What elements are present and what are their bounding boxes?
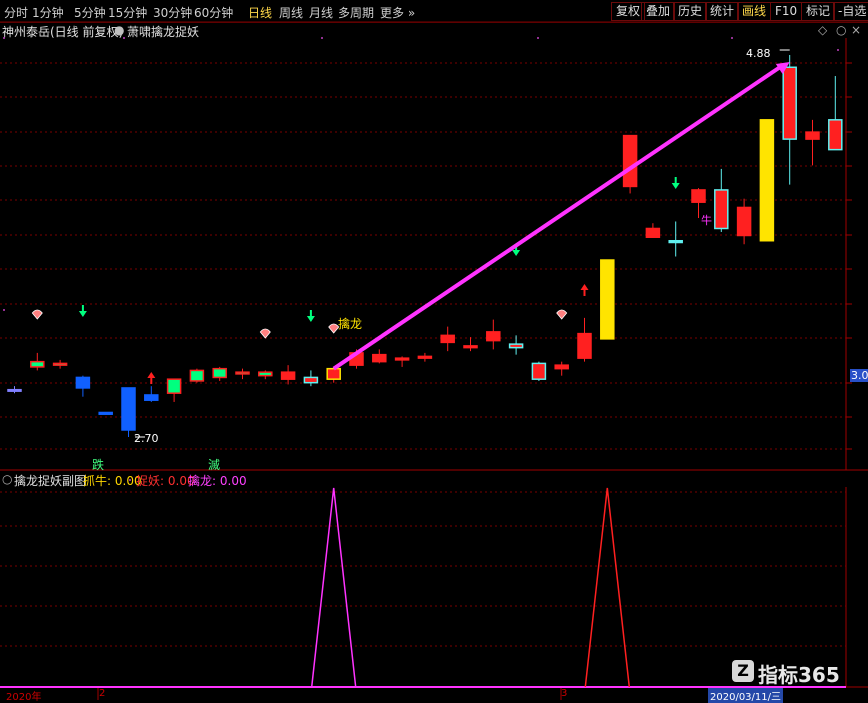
candle-body: [144, 394, 159, 401]
candle-body: [212, 367, 227, 379]
marker-dot: [321, 37, 323, 39]
candle-body: [52, 362, 68, 366]
candle-body: [30, 360, 45, 368]
candle-body: [7, 388, 22, 392]
signal-marker-icon: [556, 309, 568, 320]
candle-body: [759, 119, 775, 242]
candle-body: [645, 227, 661, 238]
sell-arrow-icon: [306, 310, 315, 322]
marker-dot: [537, 37, 539, 39]
marker-dot: [129, 479, 131, 481]
candle-body: [600, 259, 615, 340]
candle-body: [189, 369, 205, 382]
candle-body: [121, 387, 136, 431]
candle-inner: [534, 364, 544, 379]
watermark-text: 指标365: [758, 663, 840, 687]
buy-arrow-icon: [580, 284, 589, 296]
candle-body: [394, 357, 410, 361]
candle-body: [668, 239, 683, 244]
candle-body: [235, 371, 250, 375]
candle-body: [554, 364, 569, 370]
candle-body: [577, 332, 592, 359]
sub-spike-zhuoyao: [584, 487, 631, 688]
sub-spike-qinlong: [310, 487, 357, 688]
time-label: 3: [561, 688, 568, 699]
candle-body: [98, 411, 113, 415]
sell-arrow-icon: [78, 305, 87, 317]
signal-char-mie: 滅: [208, 458, 221, 472]
candle-body: [805, 131, 820, 140]
time-label: 2: [99, 688, 106, 699]
buy-arrow-icon: [147, 372, 156, 384]
candle-body: [736, 206, 752, 237]
marker-dot: [3, 309, 5, 311]
marker-dot: [837, 49, 839, 51]
candle-body: [440, 334, 455, 344]
time-axis: 2020年 2 3 2020/03/11/三: [0, 688, 868, 703]
low-price-label: 2.70: [134, 432, 159, 445]
sell-arrow-icon: [671, 177, 680, 189]
candle-body: [258, 371, 273, 377]
marker-dot: [123, 37, 125, 39]
signal-label-qinlong: 擒龙: [338, 317, 363, 331]
candle-body: [417, 355, 433, 359]
candle-body: [166, 378, 182, 394]
signal-char-niu: 牛: [701, 214, 712, 227]
marker-dot: [3, 37, 5, 39]
candle-body: [622, 134, 638, 188]
marker-dot: [731, 37, 733, 39]
signal-marker-icon: [259, 328, 271, 339]
candle-body: [486, 331, 501, 342]
candle-body: [280, 371, 296, 380]
signal-char-die: 跌: [92, 458, 105, 472]
high-price-label: 4.88: [746, 47, 771, 60]
candle-body: [691, 189, 706, 203]
price-chart[interactable]: [0, 0, 868, 700]
candle-body: [372, 353, 387, 363]
candle-body: [75, 376, 91, 389]
price-tag: 3.00: [850, 369, 868, 382]
candle-inner: [306, 378, 316, 382]
candle-body: [326, 367, 341, 380]
logo-icon: Z: [732, 660, 754, 682]
signal-marker-icon: [31, 309, 43, 320]
time-label: 2020年: [6, 692, 42, 703]
candle-body: [463, 345, 478, 349]
candle-inner: [511, 345, 521, 347]
cursor-date-label: 2020/03/11/三: [708, 688, 784, 703]
candle-inner: [785, 68, 795, 139]
candle-inner: [830, 120, 840, 149]
